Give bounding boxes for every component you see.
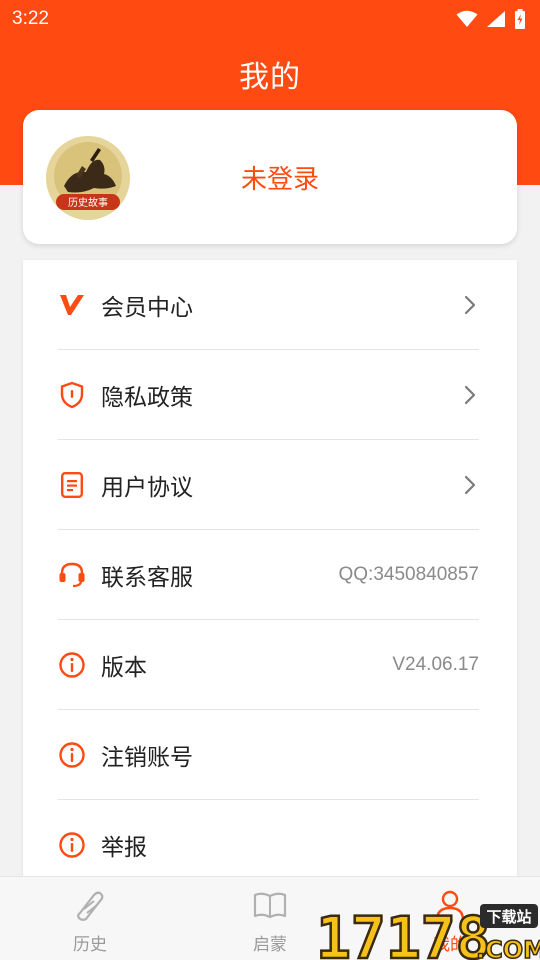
menu-label: 版本 xyxy=(101,654,147,681)
tab-label: 启蒙 xyxy=(253,935,287,955)
shield-icon xyxy=(58,381,86,409)
wifi-icon xyxy=(456,10,478,27)
watermark-badge: 下载站 xyxy=(486,908,531,926)
chevron-right-icon xyxy=(464,385,476,404)
battery-icon xyxy=(515,9,525,29)
menu-label: 举报 xyxy=(101,835,147,861)
site-watermark-logo: 17178 下载站 .COM xyxy=(316,903,540,960)
menu-card: 会员中心 隐私政策 用户协议 联系客服 QQ:3450840857 版本 V24… xyxy=(23,260,517,900)
avatar-caption: 历史故事 xyxy=(68,196,108,209)
chevron-right-icon xyxy=(464,475,476,494)
menu-item-privacy-policy[interactable]: 隐私政策 xyxy=(58,350,479,440)
menu-item-delete-account[interactable]: 注销账号 xyxy=(58,710,479,800)
info-icon xyxy=(58,651,86,679)
login-status-text[interactable]: 未登录 xyxy=(23,159,517,196)
page-title: 我的 xyxy=(239,60,301,95)
tab-enlightenment[interactable]: 启蒙 xyxy=(220,887,320,955)
menu-label: 隐私政策 xyxy=(101,384,193,411)
tab-label: 历史 xyxy=(73,935,107,955)
headset-icon xyxy=(58,561,86,589)
document-icon xyxy=(58,471,86,499)
menu-label: 注销账号 xyxy=(101,744,193,771)
signal-icon xyxy=(487,11,505,27)
menu-item-vip-center[interactable]: 会员中心 xyxy=(58,260,479,350)
menu-item-customer-service[interactable]: 联系客服 QQ:3450840857 xyxy=(58,530,479,620)
menu-label: 联系客服 xyxy=(101,564,193,591)
tab-history[interactable]: 历史 xyxy=(40,887,140,955)
menu-label: 用户协议 xyxy=(101,474,193,501)
scroll-icon xyxy=(77,891,104,921)
version-value: V24.06.17 xyxy=(392,653,479,675)
info-icon xyxy=(58,831,86,859)
watermark-suffix: .COM xyxy=(476,936,540,960)
status-time: 3:22 xyxy=(12,8,49,29)
vip-v-icon xyxy=(58,291,86,319)
book-icon xyxy=(253,892,287,919)
menu-label: 会员中心 xyxy=(101,294,193,321)
profile-card[interactable]: 历史故事 未登录 xyxy=(23,110,517,244)
menu-item-user-agreement[interactable]: 用户协议 xyxy=(58,440,479,530)
chevron-right-icon xyxy=(464,295,476,314)
status-icons xyxy=(456,9,526,29)
menu-item-version[interactable]: 版本 V24.06.17 xyxy=(58,620,479,710)
customer-service-qq: QQ:3450840857 xyxy=(338,563,479,585)
watermark-number: 17178 xyxy=(316,904,491,960)
status-bar: 3:22 xyxy=(0,0,540,38)
info-icon xyxy=(58,741,86,769)
